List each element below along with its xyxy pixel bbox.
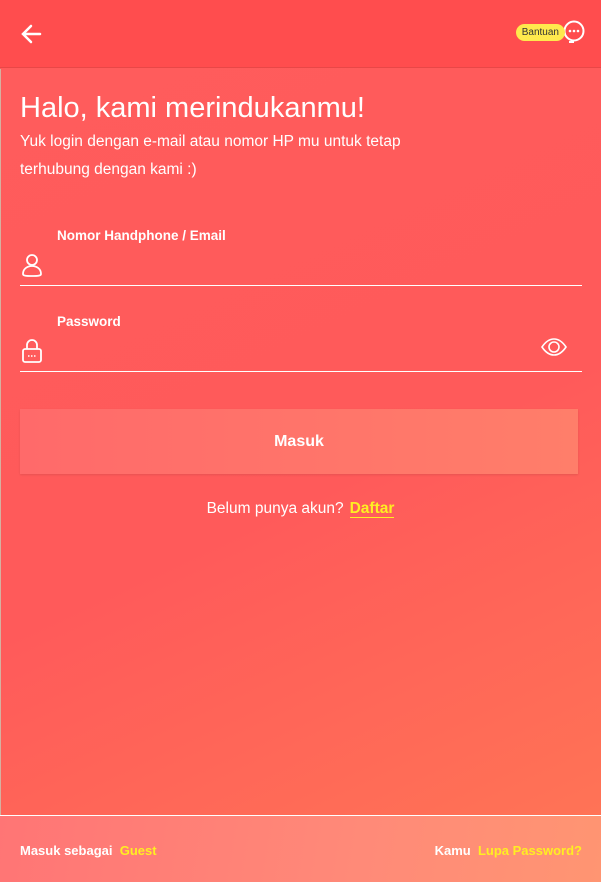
forgot-password-link[interactable]: Lupa Password? [478,843,582,858]
identity-field: Nomor Handphone / Email [20,228,582,286]
lock-icon [22,339,42,363]
page-subtitle: Yuk login dengan e-mail atau nomor HP mu… [20,133,401,178]
register-text: Belum punya akun? [206,500,344,517]
identity-input[interactable] [57,250,537,278]
password-label: Password [57,314,121,329]
top-bar: Bantuan [0,0,601,68]
footer: Masuk sebagai Guest Kamu Lupa Password? [0,815,601,882]
page-title: Halo, kami merindukanmu! [20,92,365,124]
register-link[interactable]: Daftar [349,500,395,518]
edge-divider [0,69,1,882]
help-button[interactable]: Bantuan [515,18,587,46]
login-button[interactable]: Masuk [20,409,578,474]
password-field: Password [20,314,582,372]
guest-prompt: Masuk sebagai [20,843,113,858]
show-password-eye-icon[interactable] [540,336,568,358]
identity-label: Nomor Handphone / Email [57,228,226,243]
forgot-prompt: Kamu [434,843,471,858]
help-badge: Bantuan [515,23,565,41]
password-input[interactable] [57,336,537,364]
back-arrow-icon[interactable] [18,20,46,48]
register-prompt: Belum punya akun? Daftar [0,500,601,518]
guest-link[interactable]: Guest [120,843,157,858]
user-icon [22,254,42,277]
